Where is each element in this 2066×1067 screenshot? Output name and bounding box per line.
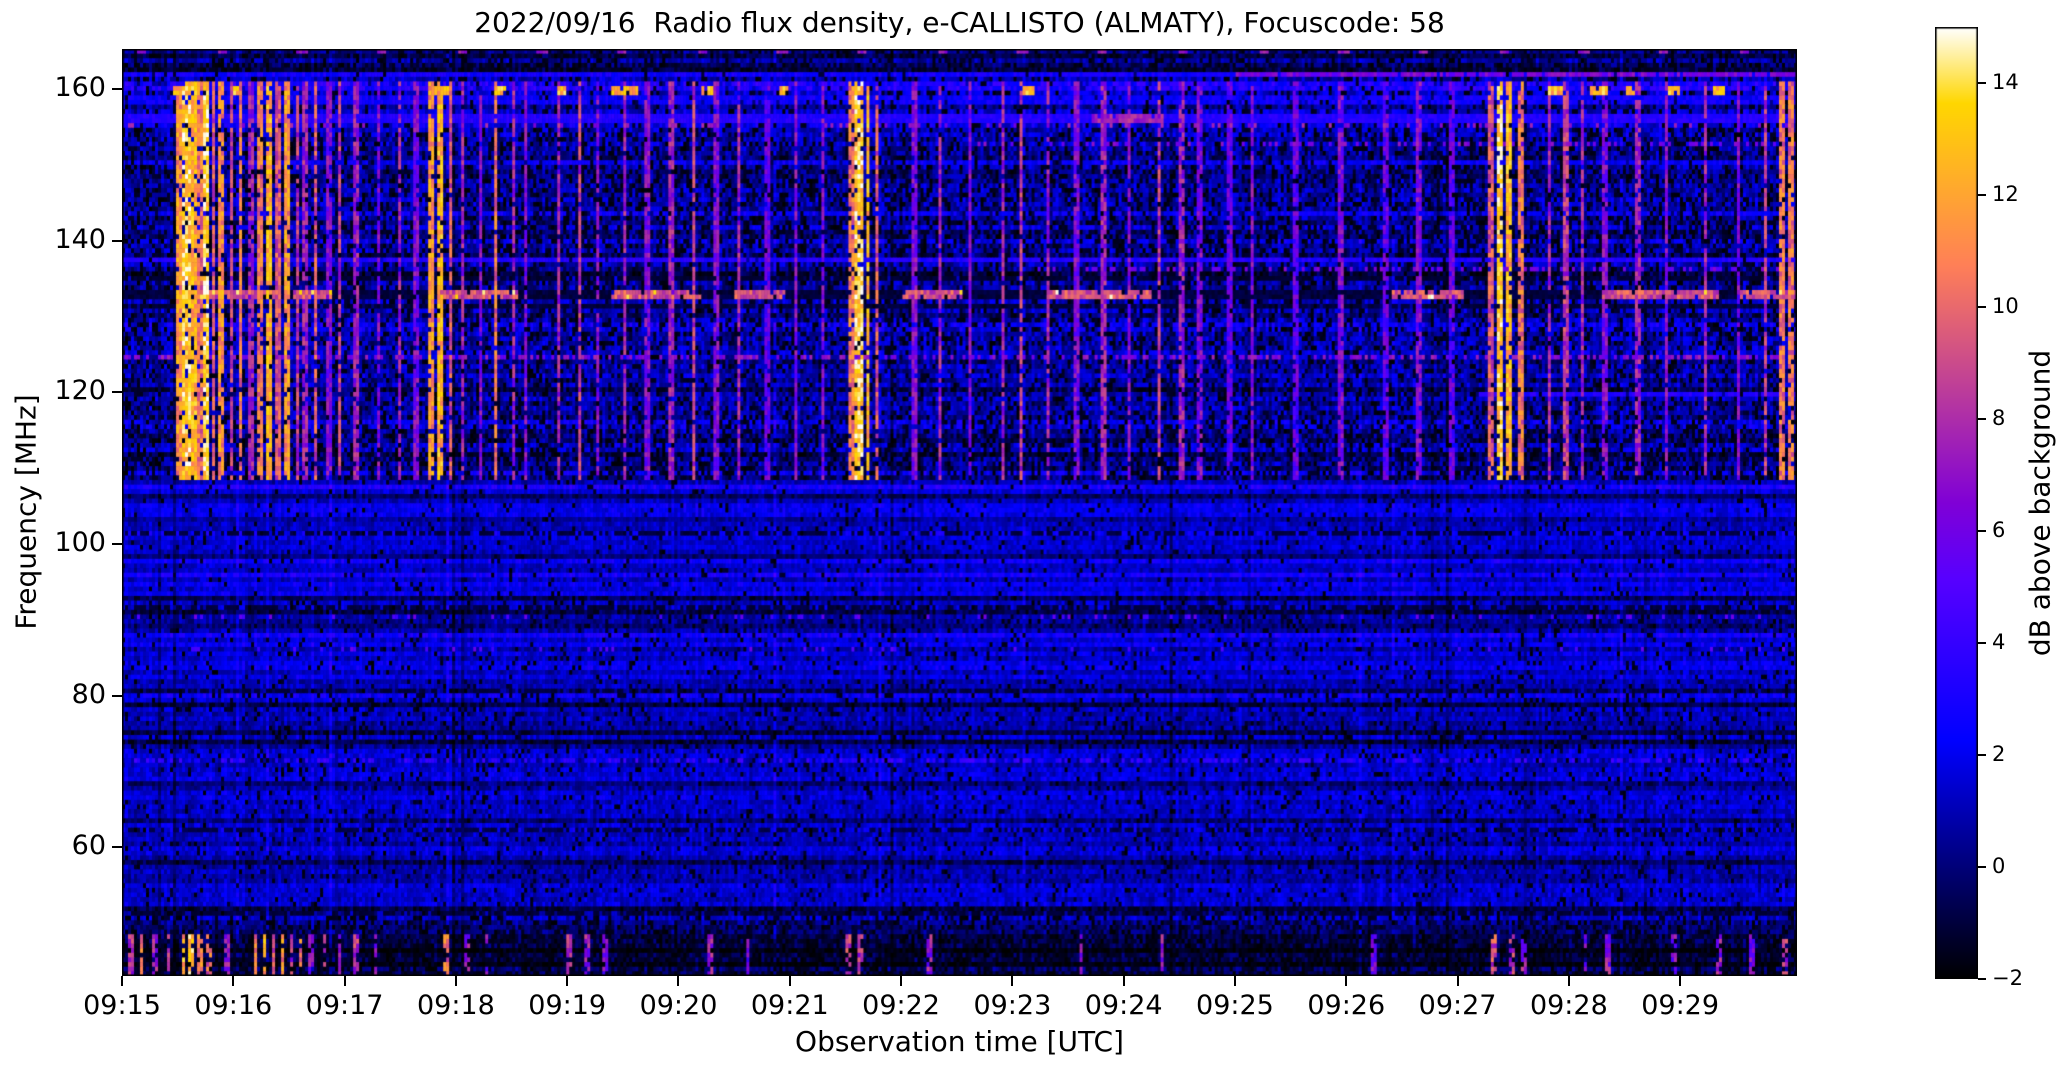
- x-tick: [1011, 976, 1014, 986]
- x-tick-label: 09:21: [750, 990, 829, 1021]
- x-tick: [1456, 976, 1459, 986]
- x-tick-label: 09:29: [1641, 990, 1720, 1021]
- x-tick: [454, 976, 457, 986]
- colorbar-tick: [1978, 754, 1986, 756]
- x-tick: [1122, 976, 1125, 986]
- colorbar-tick-label: 12: [1992, 182, 2019, 206]
- x-tick-label: 09:22: [862, 990, 940, 1021]
- x-tick-label: 09:15: [83, 990, 161, 1021]
- x-tick: [677, 976, 680, 986]
- x-tick: [343, 976, 346, 986]
- colorbar-tick: [1978, 530, 1986, 532]
- x-tick: [232, 976, 235, 986]
- x-tick-label: 09:28: [1529, 990, 1608, 1021]
- x-tick-label: 09:26: [1307, 990, 1386, 1021]
- y-tick: [112, 846, 122, 849]
- x-tick-label: 09:16: [194, 990, 273, 1021]
- colorbar-tick-label: 14: [1992, 70, 2019, 94]
- colorbar-tick-label: 10: [1992, 294, 2019, 318]
- x-tick-label: 09:24: [1084, 990, 1163, 1021]
- x-tick: [1679, 976, 1682, 986]
- x-tick-label: 09:27: [1418, 990, 1497, 1021]
- spectrogram-canvas: [122, 49, 1797, 976]
- x-tick: [121, 976, 123, 986]
- x-tick: [566, 976, 569, 986]
- y-tick: [112, 88, 122, 91]
- y-axis-label: Frequency [MHz]: [9, 394, 43, 630]
- colorbar-tick-label: −2: [1992, 966, 2023, 990]
- spectrogram-figure: 2022/09/16 Radio flux density, e-CALLIST…: [0, 0, 2066, 1067]
- colorbar-tick: [1978, 306, 1986, 308]
- x-tick-label: 09:19: [528, 990, 607, 1021]
- y-tick: [112, 694, 122, 697]
- x-tick-label: 09:18: [416, 990, 495, 1021]
- y-tick: [112, 391, 122, 394]
- x-tick-label: 09:20: [639, 990, 718, 1021]
- colorbar-tick: [1978, 978, 1986, 980]
- y-tick: [112, 542, 122, 545]
- x-tick-label: 09:25: [1196, 990, 1274, 1021]
- colorbar-label: dB above background: [2023, 349, 2057, 657]
- colorbar-tick: [1978, 418, 1986, 420]
- y-tick-label: 80: [71, 678, 106, 710]
- x-tick-label: 09:17: [305, 990, 384, 1021]
- x-tick: [1233, 976, 1236, 986]
- x-tick: [1345, 976, 1348, 986]
- x-tick: [788, 976, 791, 986]
- x-tick-label: 09:23: [973, 990, 1052, 1021]
- x-tick: [900, 976, 903, 986]
- y-tick-label: 60: [71, 830, 106, 862]
- colorbar-tick: [1978, 82, 1986, 84]
- y-tick-label: 160: [54, 72, 106, 104]
- chart-title: 2022/09/16 Radio flux density, e-CALLIST…: [474, 6, 1445, 39]
- colorbar-tick: [1978, 642, 1986, 644]
- colorbar-tick: [1978, 866, 1986, 868]
- colorbar-tick-label: 0: [1992, 854, 2006, 878]
- x-axis-label: Observation time [UTC]: [795, 1025, 1124, 1058]
- y-tick-label: 140: [54, 223, 106, 255]
- colorbar-tick: [1978, 194, 1986, 196]
- y-tick: [112, 239, 122, 242]
- colorbar-canvas: [1935, 27, 1978, 979]
- colorbar-tick-label: 2: [1992, 742, 2006, 766]
- x-tick: [1567, 976, 1570, 986]
